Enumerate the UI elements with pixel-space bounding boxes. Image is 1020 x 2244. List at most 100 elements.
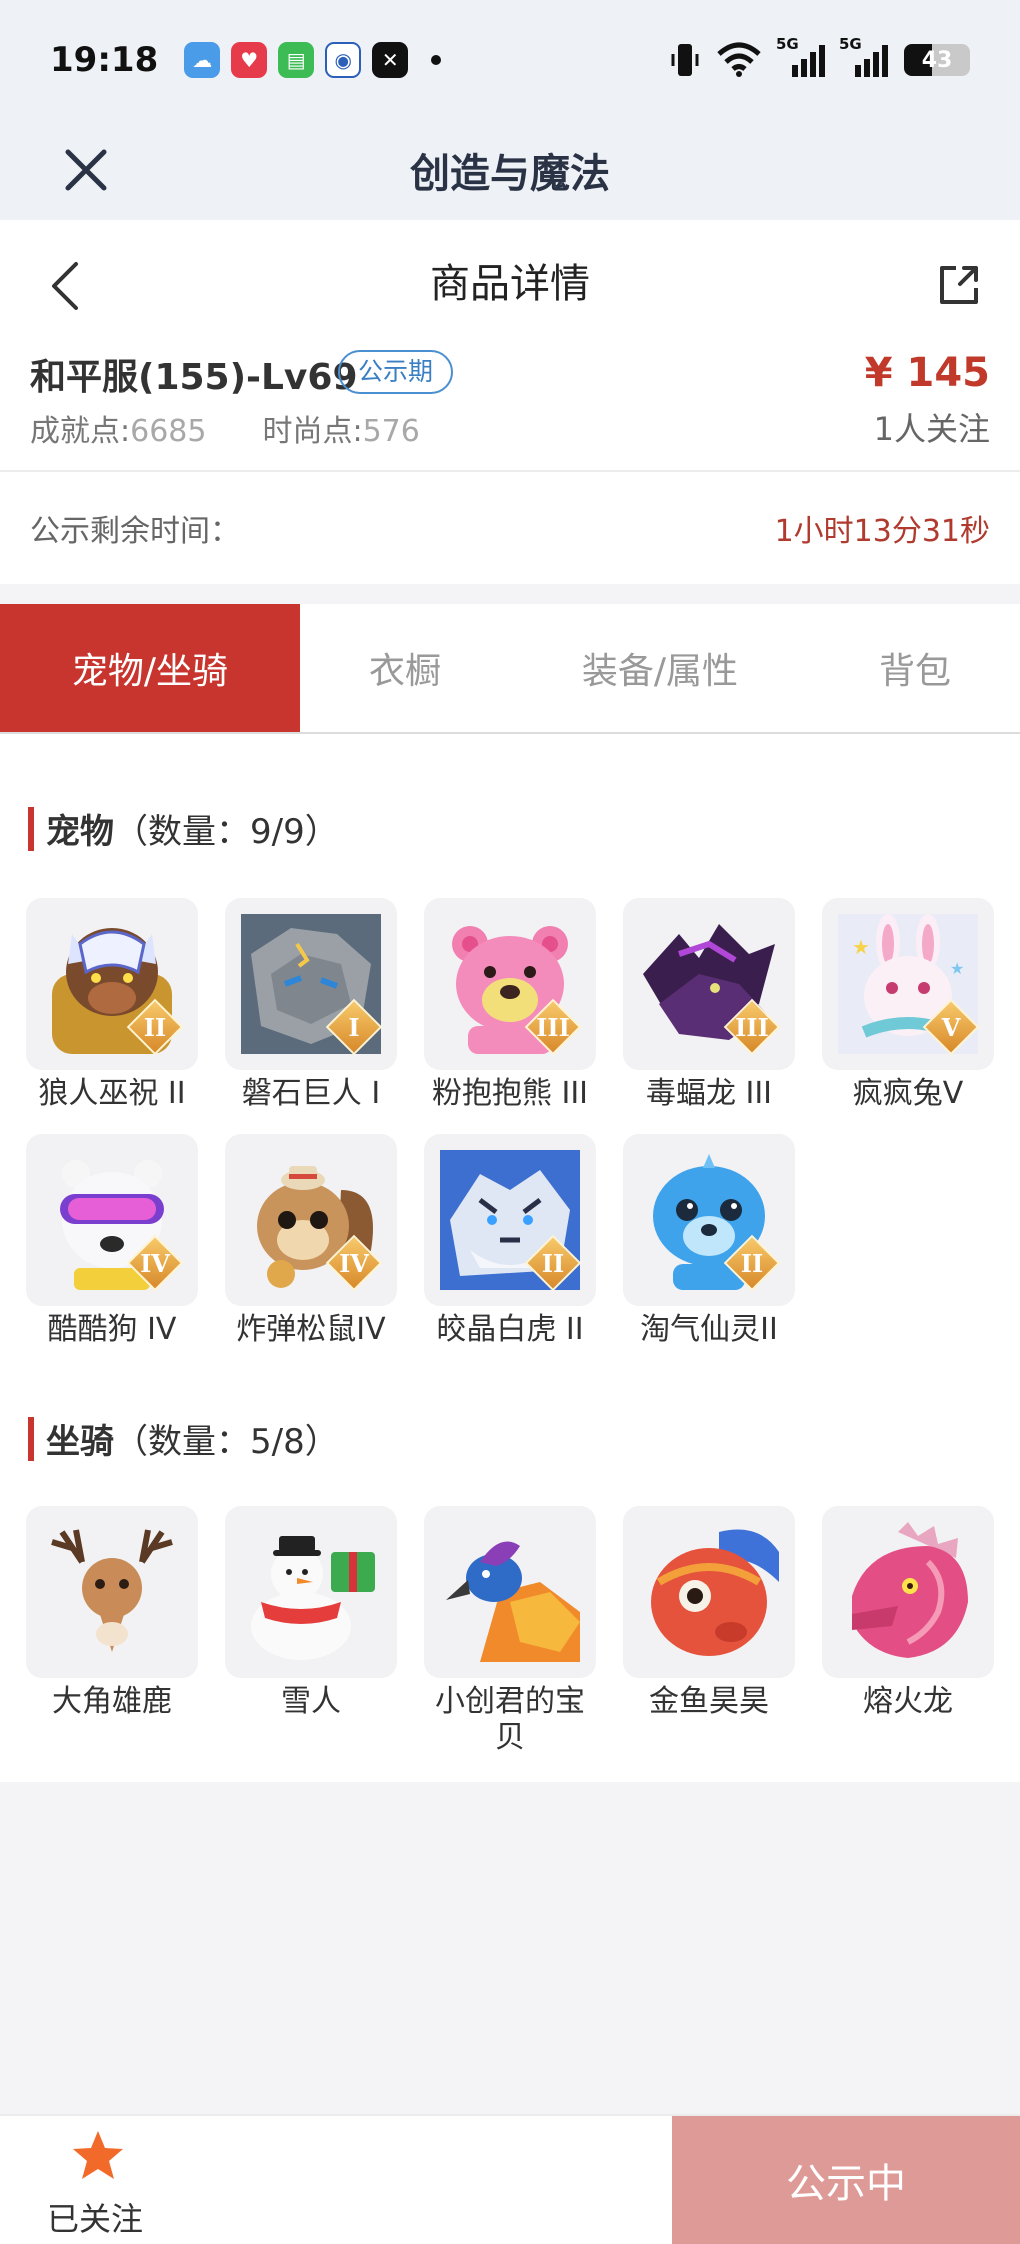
mount-card[interactable]: 熔火龙 [822, 1506, 994, 1720]
pet-name: 炸弹松鼠IV [236, 1312, 386, 1347]
bottom-action-bar: 已关注 公示中 [0, 2114, 1020, 2244]
pets-mounts-panel: 宠物 （数量：9/9） II 狼人巫祝 II I 磐石巨人 I III 粉抱抱熊… [0, 734, 1020, 1782]
rank-badge: III [524, 998, 582, 1056]
timer-label: 公示剩余时间： [30, 514, 240, 549]
pet-name: 毒蝠龙 III [645, 1076, 773, 1111]
publicity-status-button[interactable]: 公示中 [672, 2116, 1020, 2244]
pet-name: 粉抱抱熊 III [431, 1076, 589, 1111]
rank-badge: II [723, 1234, 781, 1292]
pet-name: 狼人巫祝 II [38, 1076, 186, 1111]
follow-button[interactable]: 已关注 [0, 2116, 190, 2244]
pet-card[interactable]: III 粉抱抱熊 III [424, 898, 596, 1112]
pet-card[interactable]: I 磐石巨人 I [225, 898, 397, 1112]
signal-label: 5G [776, 35, 799, 53]
svg-text:★: ★ [852, 935, 870, 959]
pet-card[interactable]: II 淘气仙灵II [623, 1134, 795, 1348]
rank-badge: II [126, 998, 184, 1056]
section-count: （数量：9/9） [114, 812, 339, 852]
wifi-icon [717, 42, 761, 77]
phoenix-icon [446, 1541, 580, 1662]
rank-badge: I [325, 998, 383, 1056]
mount-name: 金鱼昊昊 [649, 1684, 769, 1719]
rank-badge: III [723, 998, 781, 1056]
section-marker [28, 806, 34, 851]
star-icon [73, 2131, 123, 2179]
tab-bar: 宠物/坐骑 衣橱 装备/属性 背包 [0, 604, 1020, 734]
pet-name: 淘气仙灵II [640, 1312, 778, 1347]
mount-thumbnail [26, 1506, 198, 1678]
page-header: 商品详情 [0, 220, 1020, 340]
mount-name: 熔火龙 [863, 1684, 953, 1719]
more-notifications-icon [431, 55, 442, 65]
mount-thumbnail [424, 1506, 596, 1678]
status-bar: 19:18 ☁ ♥ ▤ ◉ ✕ 5G 5G 43 [0, 0, 1020, 120]
weather-app-icon: ☁ [184, 42, 221, 78]
cell-signal-1-icon: 5G [776, 35, 825, 77]
pet-thumbnail: III [623, 898, 795, 1070]
follow-label: 已关注 [46, 2200, 143, 2238]
rank-label: IV [339, 1248, 369, 1278]
pet-thumbnail: II [424, 1134, 596, 1306]
tab-pets-mounts[interactable]: 宠物/坐骑 [0, 604, 300, 732]
pet-thumbnail: IV [26, 1134, 198, 1306]
mount-card[interactable]: 小创君的宝贝 [424, 1506, 596, 1756]
tab-equipment-attributes[interactable]: 装备/属性 [510, 604, 810, 732]
mount-thumbnail [225, 1506, 397, 1678]
messages-app-icon: ▤ [278, 42, 315, 78]
pet-card[interactable]: ★ ★ V 疯疯兔V [822, 898, 994, 1112]
fashion-label: 时尚点: [262, 414, 363, 449]
pet-thumbnail: I [225, 898, 397, 1070]
mounts-section-title: 坐骑 （数量：5/8） [28, 1414, 339, 1463]
pet-thumbnail: II [26, 898, 198, 1070]
mount-card[interactable]: 金鱼昊昊 [623, 1506, 795, 1720]
battery-level: 43 [921, 47, 953, 73]
pets-section-title: 宠物 （数量：9/9） [28, 804, 339, 853]
snowman-icon [251, 1536, 375, 1660]
pet-card[interactable]: II 狼人巫祝 II [26, 898, 198, 1112]
capcut-app-icon: ✕ [372, 42, 409, 78]
fashion-value: 576 [362, 414, 420, 449]
close-icon[interactable] [60, 144, 112, 196]
pet-card[interactable]: III 毒蝠龙 III [623, 898, 795, 1112]
pet-name: 磐石巨人 I [241, 1076, 381, 1111]
section-count: （数量：5/8） [114, 1422, 339, 1462]
rank-label: III [735, 1012, 769, 1042]
rank-badge: IV [126, 1234, 184, 1292]
followers-count: 1人关注 [873, 410, 990, 448]
achievement-points: 成就点:6685 [30, 406, 206, 450]
cell-signal-2-icon: 5G [839, 35, 888, 77]
svg-text:★: ★ [950, 959, 964, 978]
achievement-value: 6685 [130, 414, 207, 449]
tab-backpack[interactable]: 背包 [810, 604, 1020, 732]
pet-card[interactable]: IV 炸弹松鼠IV [225, 1134, 397, 1348]
rank-label: III [536, 1012, 570, 1042]
share-icon[interactable] [936, 262, 982, 308]
tab-wardrobe[interactable]: 衣橱 [300, 604, 510, 732]
battery-icon: 43 [904, 44, 970, 76]
timer-value: 1小时13分31秒 [774, 514, 990, 549]
mount-thumbnail [822, 1506, 994, 1678]
rank-badge: IV [325, 1234, 383, 1292]
goldfish-icon [651, 1529, 779, 1656]
rank-label: IV [140, 1248, 170, 1278]
mount-card[interactable]: 大角雄鹿 [26, 1506, 198, 1720]
deer-icon [51, 1529, 173, 1652]
app-header: 创造与魔法 [0, 120, 1020, 220]
pet-card[interactable]: II 皎晶白虎 II [424, 1134, 596, 1348]
pet-name: 疯疯兔V [852, 1076, 964, 1111]
rank-label: II [740, 1248, 764, 1278]
rank-label: II [541, 1248, 565, 1278]
pet-thumbnail: II [623, 1134, 795, 1306]
section-marker [28, 1416, 34, 1461]
mount-card[interactable]: 雪人 [225, 1506, 397, 1720]
mount-thumbnail [623, 1506, 795, 1678]
pet-name: 皎晶白虎 II [436, 1312, 584, 1347]
page-title: 商品详情 [430, 261, 590, 307]
pet-thumbnail: III [424, 898, 596, 1070]
product-summary: 和平服(155)-Lv69 公示期 成就点:6685 时尚点:576 ¥ 145… [0, 340, 1020, 472]
pet-card[interactable]: IV 酷酷狗 IV [26, 1134, 198, 1348]
product-stats: 成就点:6685 时尚点:576 [30, 406, 420, 450]
pet-name: 酷酷狗 IV [47, 1312, 177, 1347]
map-app-icon: ◉ [325, 42, 362, 78]
back-arrow-icon[interactable] [44, 258, 86, 314]
